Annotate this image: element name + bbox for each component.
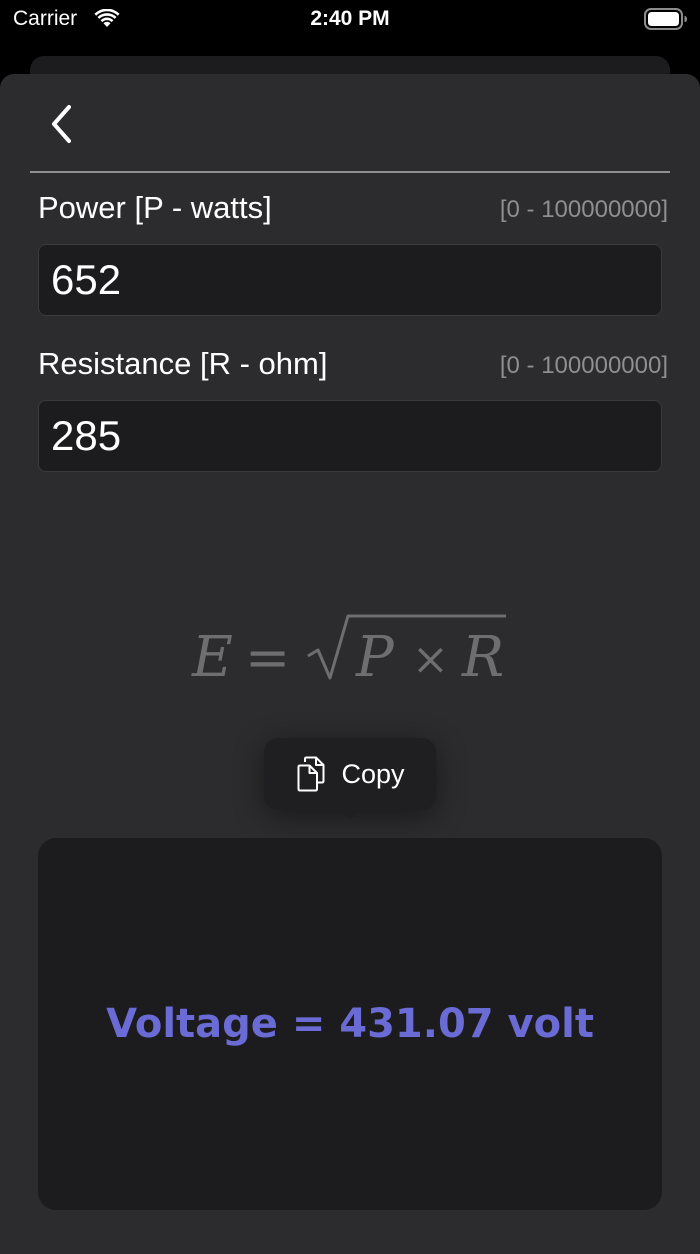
resistance-label: Resistance [R - ohm] xyxy=(38,346,328,381)
power-range: [0 - 100000000] xyxy=(499,196,668,223)
resistance-range: [0 - 100000000] xyxy=(499,352,668,379)
formula-times: × xyxy=(412,634,449,685)
status-bar: Carrier 2:40 PM xyxy=(0,0,700,40)
copy-label: Copy xyxy=(341,758,405,789)
battery-icon xyxy=(644,8,687,30)
back-button[interactable] xyxy=(44,100,80,148)
chevron-left-icon xyxy=(52,105,71,143)
copy-menu-button[interactable]: Copy xyxy=(264,738,436,820)
clock-time: 2:40 PM xyxy=(310,7,390,30)
formula-r: R xyxy=(461,625,504,690)
nav-divider xyxy=(30,171,670,173)
power-label: Power [P - watts] xyxy=(38,190,272,225)
voltage-result: Voltage = 431.07 volt xyxy=(106,1001,594,1047)
formula: E = P × R xyxy=(191,614,506,690)
power-input[interactable] xyxy=(38,244,662,316)
formula-equals: = xyxy=(245,626,290,689)
copy-documents-icon xyxy=(297,756,325,792)
result-card[interactable]: Voltage = 431.07 volt xyxy=(38,838,662,1210)
resistance-input[interactable] xyxy=(38,400,662,472)
formula-p: P xyxy=(355,625,395,690)
formula-lhs: E xyxy=(191,625,233,690)
